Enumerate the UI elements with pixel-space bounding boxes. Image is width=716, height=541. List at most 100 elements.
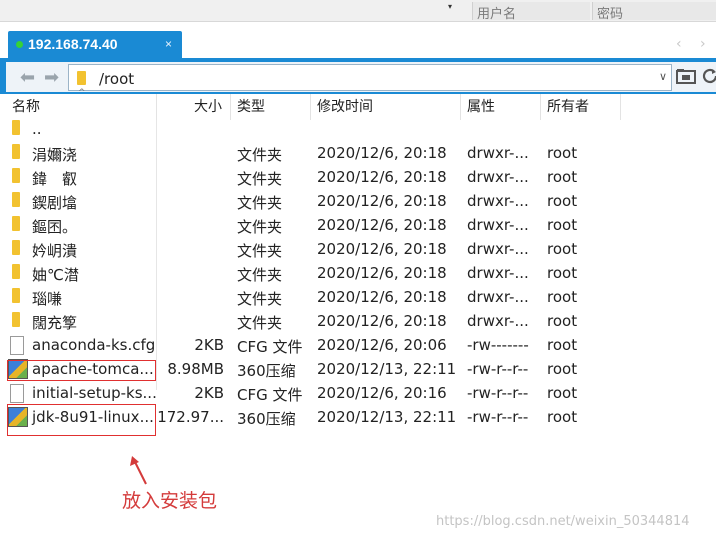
file-size: 2KB: [194, 336, 224, 354]
arrow-right-icon[interactable]: ➡: [44, 67, 59, 88]
table-row[interactable]: anaconda-ks.cfg 2KB CFG 文件 2020/12/6, 20…: [6, 334, 706, 358]
column-header-size[interactable]: 大小: [194, 96, 222, 116]
file-modified: 2020/12/13, 22:11: [317, 360, 457, 378]
tab-close-icon[interactable]: ×: [165, 37, 172, 51]
file-attrs: drwxr-...: [467, 288, 529, 306]
column-header-modified[interactable]: 修改时间: [317, 96, 373, 116]
file-type: 文件夹: [237, 314, 283, 332]
file-name: 鍏 叡: [32, 170, 78, 188]
file-attrs: -rw-r--r--: [467, 360, 529, 378]
file-owner: root: [547, 408, 578, 426]
table-row[interactable]: 闊充箰 文件夹 2020/12/6, 20:18 drwxr-... root: [6, 310, 706, 334]
highlight-box-jdk: [7, 404, 156, 436]
file-modified: 2020/12/6, 20:18: [317, 312, 447, 330]
table-row[interactable]: 涓嬭浇 文件夹 2020/12/6, 20:18 drwxr-... root: [6, 142, 706, 166]
file-attrs: -rw-r--r--: [467, 384, 529, 402]
annotation-note: 放入安装包: [122, 490, 218, 512]
file-owner: root: [547, 312, 578, 330]
path-dropdown-icon[interactable]: ∨: [659, 70, 667, 83]
tab-strip: 192.168.74.40 × ‹ ›: [0, 22, 716, 59]
table-row[interactable]: 妯℃澘 文件夹 2020/12/6, 20:18 drwxr-... root: [6, 262, 706, 286]
column-divider[interactable]: [156, 94, 157, 120]
file-modified: 2020/12/6, 20:18: [317, 216, 447, 234]
column-header-name[interactable]: 名称: [12, 96, 40, 116]
file-owner: root: [547, 216, 578, 234]
file-attrs: drwxr-...: [467, 144, 529, 162]
file-attrs: drwxr-...: [467, 264, 529, 282]
table-row[interactable]: initial-setup-ks... 2KB CFG 文件 2020/12/6…: [6, 382, 706, 406]
column-divider[interactable]: [310, 94, 311, 120]
table-row[interactable]: 鏂囨。 文件夹 2020/12/6, 20:18 drwxr-... root: [6, 214, 706, 238]
file-attrs: drwxr-...: [467, 216, 529, 234]
protocol-dropdown-icon[interactable]: ▾: [448, 2, 452, 11]
file-name: 瑙嗛: [32, 290, 63, 308]
folder-icon: [12, 168, 20, 183]
sort-indicator-icon: ^: [78, 88, 86, 98]
file-name: 妯℃澘: [32, 266, 79, 284]
file-attrs: drwxr-...: [467, 168, 529, 186]
folder-icon: [77, 71, 86, 85]
table-row[interactable]: 瑙嗛 文件夹 2020/12/6, 20:18 drwxr-... root: [6, 286, 706, 310]
file-modified: 2020/12/6, 20:18: [317, 288, 447, 306]
file-owner: root: [547, 288, 578, 306]
file-name: 涓嬭浇: [32, 146, 78, 164]
connected-status-icon: [16, 41, 23, 48]
file-list: ^ 名称 大小 类型 修改时间 属性 所有者 .. 涓嬭浇 文件夹 2020/1…: [6, 88, 716, 541]
column-divider[interactable]: [620, 94, 621, 120]
file-name: 闊充箰: [32, 314, 78, 332]
file-icon: [10, 336, 24, 355]
highlight-box-tomcat: [7, 360, 156, 381]
file-icon: [10, 384, 24, 403]
folder-icon: [12, 288, 20, 303]
file-modified: 2020/12/6, 20:16: [317, 384, 447, 402]
column-header-attrs[interactable]: 属性: [467, 96, 495, 116]
arrow-left-icon[interactable]: ⬅: [20, 67, 35, 88]
watermark: https://blog.csdn.net/weixin_50344814: [436, 514, 690, 529]
file-type: CFG 文件: [237, 338, 303, 356]
table-row[interactable]: 妗岄潰 文件夹 2020/12/6, 20:18 drwxr-... root: [6, 238, 706, 262]
folder-icon: [12, 240, 20, 255]
file-type: 文件夹: [237, 218, 283, 236]
column-header-owner[interactable]: 所有者: [547, 96, 589, 116]
file-owner: root: [547, 264, 578, 282]
file-name: 妗岄潰: [32, 242, 78, 260]
file-attrs: -rw-r--r--: [467, 408, 529, 426]
file-modified: 2020/12/6, 20:18: [317, 264, 447, 282]
folder-icon: [12, 192, 20, 207]
file-attrs: drwxr-...: [467, 192, 529, 210]
column-divider[interactable]: [460, 94, 461, 120]
password-field[interactable]: 密码: [592, 2, 716, 22]
file-owner: root: [547, 144, 578, 162]
refresh-icon[interactable]: [700, 67, 716, 85]
file-owner: root: [547, 168, 578, 186]
table-row[interactable]: ..: [6, 118, 706, 142]
open-folder-icon[interactable]: [676, 67, 696, 85]
tab-session[interactable]: 192.168.74.40 ×: [8, 31, 182, 59]
folder-icon: [12, 144, 20, 159]
file-size: 172.97...: [157, 408, 224, 426]
file-modified: 2020/12/6, 20:18: [317, 240, 447, 258]
file-type: 文件夹: [237, 290, 283, 308]
file-owner: root: [547, 336, 578, 354]
file-name: ..: [32, 120, 42, 138]
column-divider[interactable]: [540, 94, 541, 120]
table-row[interactable]: 鍏 叡 文件夹 2020/12/6, 20:18 drwxr-... root: [6, 166, 706, 190]
tab-title: 192.168.74.40: [28, 36, 118, 52]
folder-icon: [12, 216, 20, 231]
file-type: 文件夹: [237, 266, 283, 284]
tab-prev-icon[interactable]: ‹: [676, 36, 682, 52]
file-type: 文件夹: [237, 194, 283, 212]
file-owner: root: [547, 360, 578, 378]
username-field[interactable]: 用户名: [472, 2, 590, 22]
file-modified: 2020/12/13, 22:11: [317, 408, 457, 426]
file-size: 8.98MB: [167, 360, 224, 378]
path-input[interactable]: /root ∨: [68, 64, 672, 91]
file-name: 鍥剧墖: [32, 194, 78, 212]
file-attrs: drwxr-...: [467, 312, 529, 330]
column-header-type[interactable]: 类型: [237, 96, 265, 116]
file-attrs: drwxr-...: [467, 240, 529, 258]
column-divider[interactable]: [230, 94, 231, 120]
credential-bar: ▾ 用户名 密码: [0, 0, 716, 22]
table-row[interactable]: 鍥剧墖 文件夹 2020/12/6, 20:18 drwxr-... root: [6, 190, 706, 214]
tab-next-icon[interactable]: ›: [700, 36, 706, 52]
